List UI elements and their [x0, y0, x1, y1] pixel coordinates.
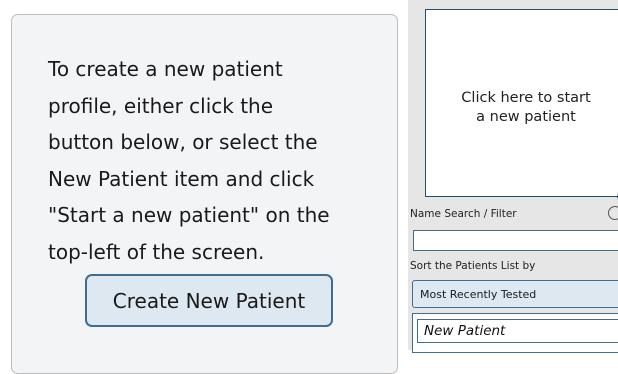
name-search-input[interactable]	[413, 230, 618, 251]
patient-list: New Patient	[412, 313, 618, 353]
patient-sidebar: Click here to start a new patient Name S…	[408, 0, 618, 353]
create-new-patient-button[interactable]: Create New Patient	[85, 274, 333, 327]
sort-label: Sort the Patients List by	[410, 260, 536, 272]
patient-list-item[interactable]: New Patient	[417, 319, 618, 343]
name-search-label: Name Search / Filter	[410, 208, 517, 220]
instructions-text: To create a new patient profile, either …	[48, 57, 330, 264]
start-new-patient-tile[interactable]: Click here to start a new patient	[425, 9, 618, 199]
info-card: To create a new patient profile, either …	[11, 14, 398, 374]
clear-search-icon[interactable]	[608, 206, 618, 220]
start-new-patient-label: Click here to start a new patient	[461, 90, 591, 125]
sort-select[interactable]: Most Recently Tested	[412, 280, 618, 308]
